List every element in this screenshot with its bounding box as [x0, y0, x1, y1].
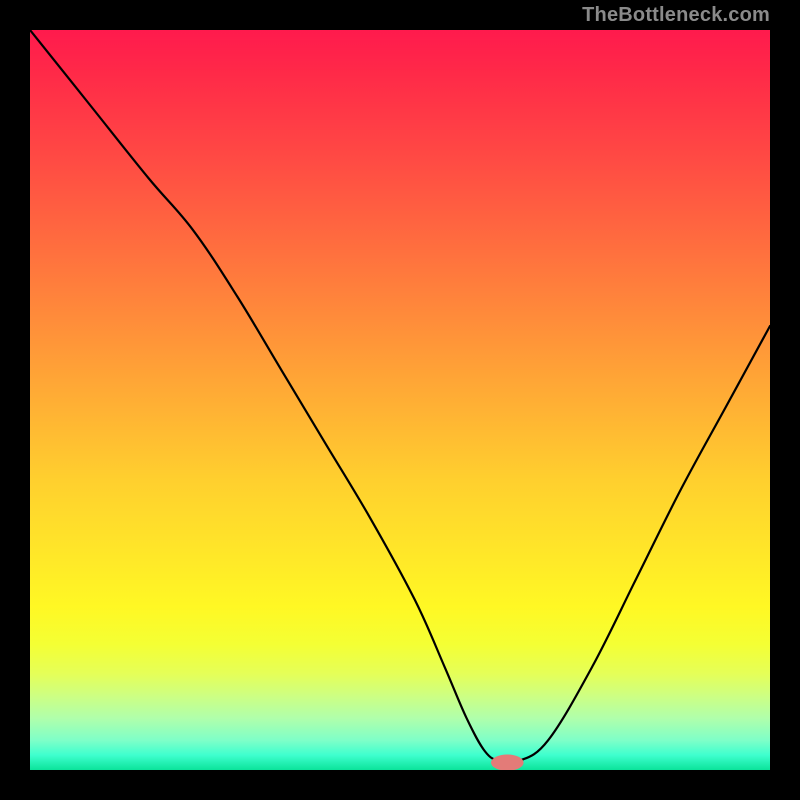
- optimal-marker: [491, 755, 524, 771]
- curve-layer: [30, 30, 770, 770]
- chart-frame: TheBottleneck.com: [0, 0, 800, 800]
- bottleneck-curve: [30, 30, 770, 763]
- plot-area: [30, 30, 770, 770]
- watermark-text: TheBottleneck.com: [582, 4, 770, 27]
